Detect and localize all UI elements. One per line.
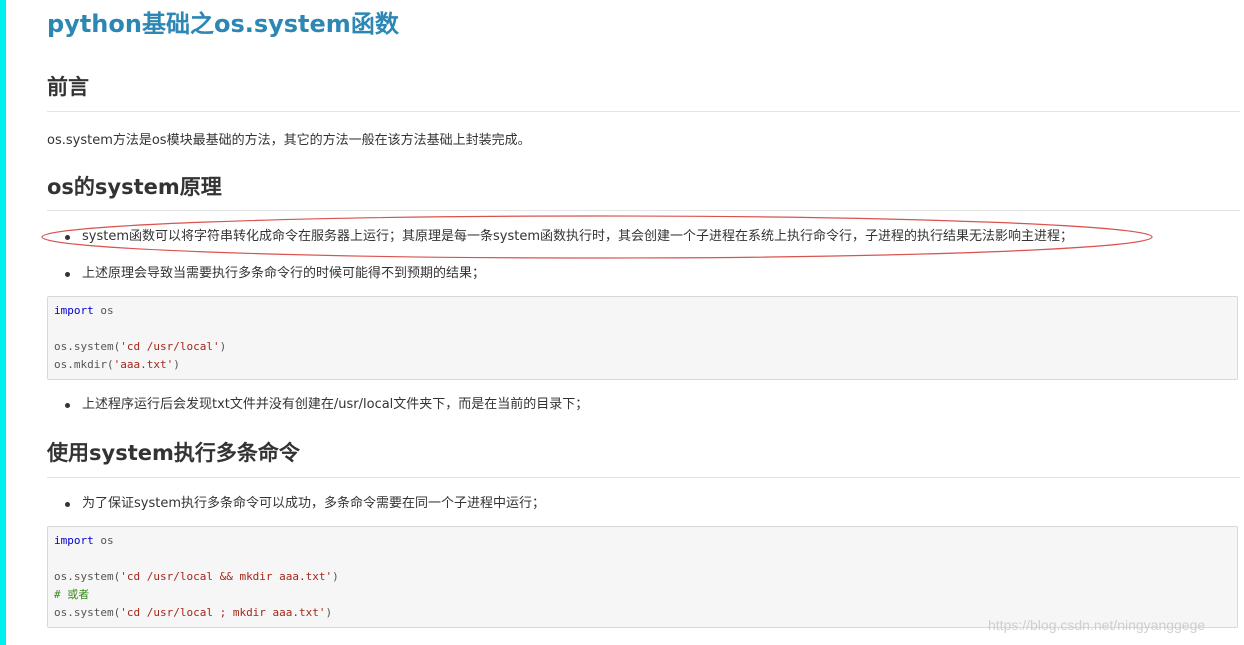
list-item: 上述原理会导致当需要执行多条命令行的时候可能得不到预期的结果；: [47, 264, 1240, 284]
preface-paragraph: os.system方法是os模块最基础的方法，其它的方法一般在该方法基础上封装完…: [47, 133, 531, 148]
section-heading-system-principle: os的system原理: [47, 175, 222, 199]
code-line: # 或者: [54, 586, 89, 604]
code-text: ): [173, 358, 180, 371]
list-item-text: 上述原理会导致当需要执行多条命令行的时候可能得不到预期的结果；: [82, 266, 486, 281]
code-text: ): [332, 570, 339, 583]
section-divider: [47, 477, 1240, 478]
list-item: 为了保证system执行多条命令可以成功，多条命令需要在同一个子进程中运行；: [47, 494, 1240, 514]
bullet-icon: [65, 403, 70, 408]
code-text: os: [93, 304, 114, 317]
section-divider: [47, 210, 1240, 211]
code-text: os.system(: [54, 570, 121, 583]
article-content: python基础之os.system函数 前言 os.system方法是os模块…: [47, 0, 1240, 645]
list-item-text: system函数可以将字符串转化成命令在服务器上运行；其原理是每一条system…: [82, 229, 1073, 244]
code-text: os.mkdir(: [54, 358, 114, 371]
code-block[interactable]: import os os.system('cd /usr/local && mk…: [47, 526, 1238, 628]
section-heading-preface: 前言: [47, 75, 89, 99]
code-line: os.system('cd /usr/local ; mkdir aaa.txt…: [54, 604, 332, 622]
list-item: 上述程序运行后会发现txt文件并没有创建在/usr/local文件夹下，而是在当…: [47, 395, 1240, 415]
code-text: os: [93, 534, 114, 547]
code-text: os.system(: [54, 340, 121, 353]
code-text: ): [219, 340, 227, 353]
section-heading-multiple-commands: 使用system执行多条命令: [47, 441, 300, 465]
list-item-text: 上述程序运行后会发现txt文件并没有创建在/usr/local文件夹下，而是在当…: [82, 397, 589, 412]
code-keyword: import: [54, 534, 94, 547]
code-line: os.mkdir('aaa.txt'): [54, 356, 180, 374]
code-keyword: import: [54, 304, 94, 317]
code-line: import os: [54, 532, 114, 550]
list-item-text: 为了保证system执行多条命令可以成功，多条命令需要在同一个子进程中运行；: [82, 496, 545, 511]
left-accent-bar: [0, 0, 6, 645]
code-string: 'cd /usr/local ; mkdir aaa.txt': [120, 606, 326, 619]
code-text: ): [325, 606, 333, 619]
watermark-url: https://blog.csdn.net/ningyanggege: [988, 617, 1206, 633]
page-title: python基础之os.system函数: [47, 10, 399, 38]
code-text: os.system(: [54, 606, 121, 619]
section-divider: [47, 111, 1240, 112]
code-comment: # 或者: [54, 588, 90, 601]
code-string: 'cd /usr/local && mkdir aaa.txt': [120, 570, 333, 583]
code-string: 'aaa.txt': [113, 358, 174, 371]
code-line: os.system('cd /usr/local'): [54, 338, 226, 356]
code-string: 'cd /usr/local': [120, 340, 220, 353]
bullet-icon: [65, 272, 70, 277]
code-line: import os: [54, 302, 114, 320]
list-item: system函数可以将字符串转化成命令在服务器上运行；其原理是每一条system…: [47, 227, 1240, 247]
code-block[interactable]: import os os.system('cd /usr/local') os.…: [47, 296, 1238, 380]
code-line: os.system('cd /usr/local && mkdir aaa.tx…: [54, 568, 339, 586]
bullet-icon: [65, 502, 70, 507]
bullet-icon: [65, 235, 70, 240]
